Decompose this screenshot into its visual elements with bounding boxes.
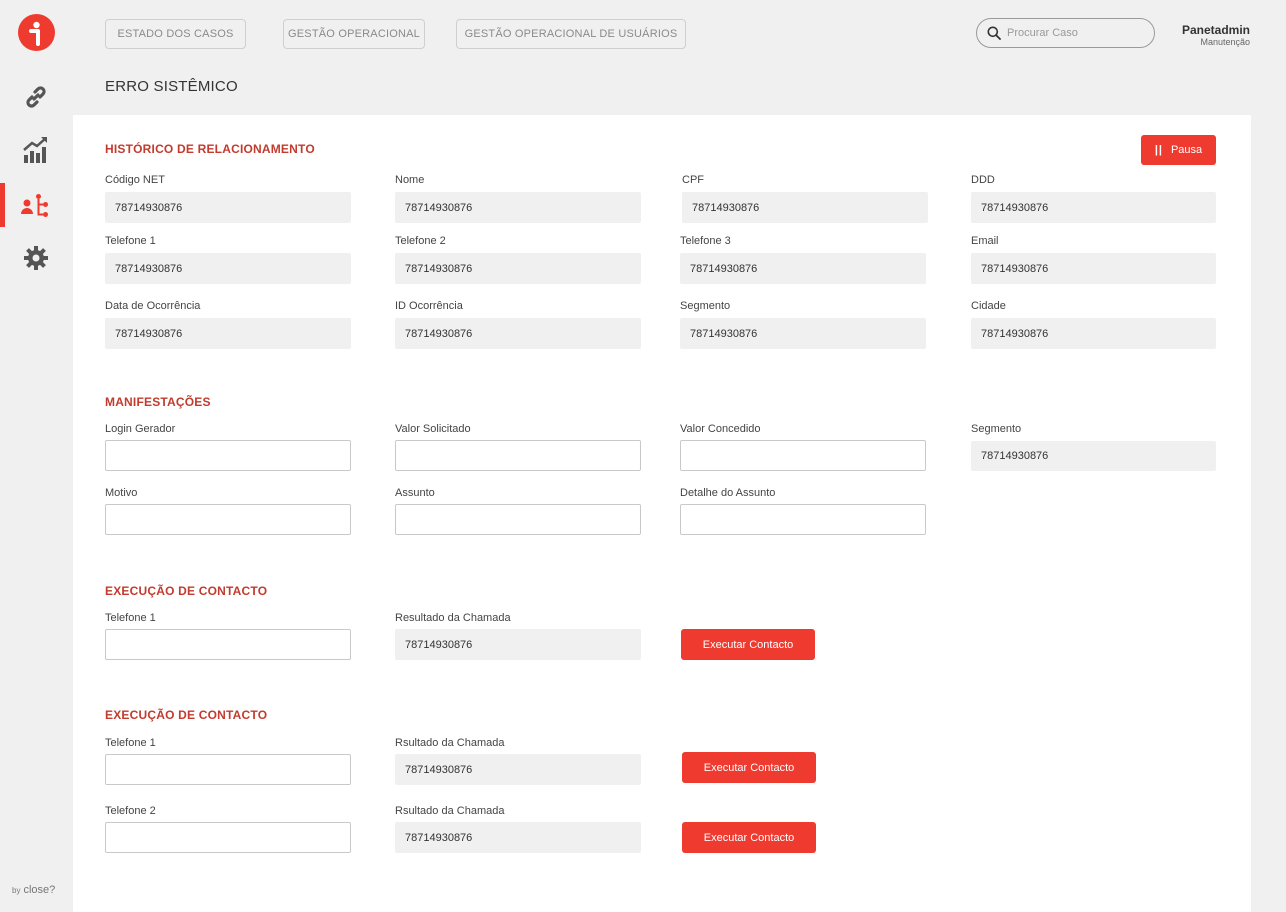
label-exec2-resultado-1: Rsultado da Chamada [395,737,505,749]
search-box[interactable] [976,18,1155,48]
label-nome: Nome [395,174,425,186]
app-logo[interactable] [18,14,55,51]
search-icon [987,26,1001,40]
field-data-ocorrencia: 78714930876 [105,318,351,349]
section-title-historico: HISTÓRICO DE RELACIONAMENTO [105,142,315,156]
hierarchy-icon [21,194,48,217]
field-id-ocorrencia: 78714930876 [395,318,641,349]
label-telefone-1: Telefone 1 [105,235,156,247]
input-exec1-telefone[interactable] [105,629,351,660]
page-title: ERRO SISTÊMICO [105,78,238,95]
brand-footer: by close? [12,884,55,896]
pause-icon: || [1154,144,1163,156]
label-ddd: DDD [971,174,995,186]
label-data-ocorrencia: Data de Ocorrência [105,300,201,312]
label-segmento: Segmento [680,300,731,312]
label-exec2-telefone-2: Telefone 2 [105,805,156,817]
field-exec2-resultado-1: 78714930876 [395,754,641,785]
label-exec2-telefone-1: Telefone 1 [105,737,156,749]
sidebar-item-links[interactable] [0,75,72,119]
user-role: Manutenção [1200,37,1250,47]
label-valor-solicitado: Valor Solicitado [395,423,471,435]
field-cidade: 78714930876 [971,318,1216,349]
label-motivo: Motivo [105,487,138,499]
label-telefone-2: Telefone 2 [395,235,446,247]
label-assunto: Assunto [395,487,435,499]
label-exec2-resultado-2: Rsultado da Chamada [395,805,505,817]
input-valor-concedido[interactable] [680,440,926,471]
tab-estado-dos-casos[interactable]: ESTADO DOS CASOS [105,19,246,49]
link-icon [26,86,46,108]
input-login-gerador[interactable] [105,440,351,471]
input-valor-solicitado[interactable] [395,440,641,471]
label-codigo-net: Código NET [105,174,165,186]
input-exec2-telefone-1[interactable] [105,754,351,785]
section-title-manifestacoes: MANIFESTAÇÕES [105,395,211,409]
field-segmento: 78714930876 [680,318,926,349]
user-info[interactable]: Panetadmin Manutenção [1182,23,1250,47]
sidebar: by close? [0,0,72,912]
field-exec1-resultado: 78714930876 [395,629,641,660]
label-telefone-3: Telefone 3 [680,235,731,247]
label-detalhe-assunto: Detalhe do Assunto [680,487,776,499]
field-ddd: 78714930876 [971,192,1216,223]
sidebar-item-settings[interactable] [0,236,72,280]
label-valor-concedido: Valor Concedido [680,423,761,435]
tab-gestao-operacional-usuarios[interactable]: GESTÃO OPERACIONAL DE USUÁRIOS [456,19,686,49]
label-cidade: Cidade [971,300,1006,312]
field-exec2-resultado-2: 78714930876 [395,822,641,853]
field-telefone-1: 78714930876 [105,253,351,284]
label-id-ocorrencia: ID Ocorrência [395,300,463,312]
field-nome: 78714930876 [395,192,641,223]
field-email: 78714930876 [971,253,1216,284]
pause-button[interactable]: || Pausa [1141,135,1216,165]
user-name: Panetadmin [1181,23,1250,37]
field-telefone-3: 78714930876 [680,253,926,284]
brand-prefix: by [12,886,21,895]
tab-gestao-operacional[interactable]: GESTÃO OPERACIONAL [283,19,425,49]
executar-contacto-button-2[interactable]: Executar Contacto [682,752,816,783]
label-email: Email [971,235,999,247]
label-exec1-telefone: Telefone 1 [105,612,156,624]
executar-contacto-button-1[interactable]: Executar Contacto [681,629,815,660]
field-cpf: 78714930876 [682,192,928,223]
section-title-execucao-1: EXECUÇÃO DE CONTACTO [105,584,268,598]
field-segmento-manifestacao: 78714930876 [971,441,1216,471]
sidebar-item-reports[interactable] [0,128,72,172]
field-codigo-net: 78714930876 [105,192,351,223]
label-login-gerador: Login Gerador [105,423,176,435]
input-motivo[interactable] [105,504,351,535]
input-exec2-telefone-2[interactable] [105,822,351,853]
label-segmento-manifestacao: Segmento [971,423,1022,435]
gear-icon [24,246,48,270]
label-cpf: CPF [682,174,704,186]
field-telefone-2: 78714930876 [395,253,641,284]
search-input[interactable] [1007,27,1137,39]
chart-icon [23,137,47,163]
input-assunto[interactable] [395,504,641,535]
logo-icon [29,21,40,46]
input-detalhe-assunto[interactable] [680,504,926,535]
brand-name: close? [23,884,56,896]
section-title-execucao-2: EXECUÇÃO DE CONTACTO [105,708,268,722]
label-exec1-resultado: Resultado da Chamada [395,612,511,624]
executar-contacto-button-3[interactable]: Executar Contacto [682,822,816,853]
pause-label: Pausa [1170,144,1203,156]
sidebar-item-cases[interactable] [0,183,72,227]
